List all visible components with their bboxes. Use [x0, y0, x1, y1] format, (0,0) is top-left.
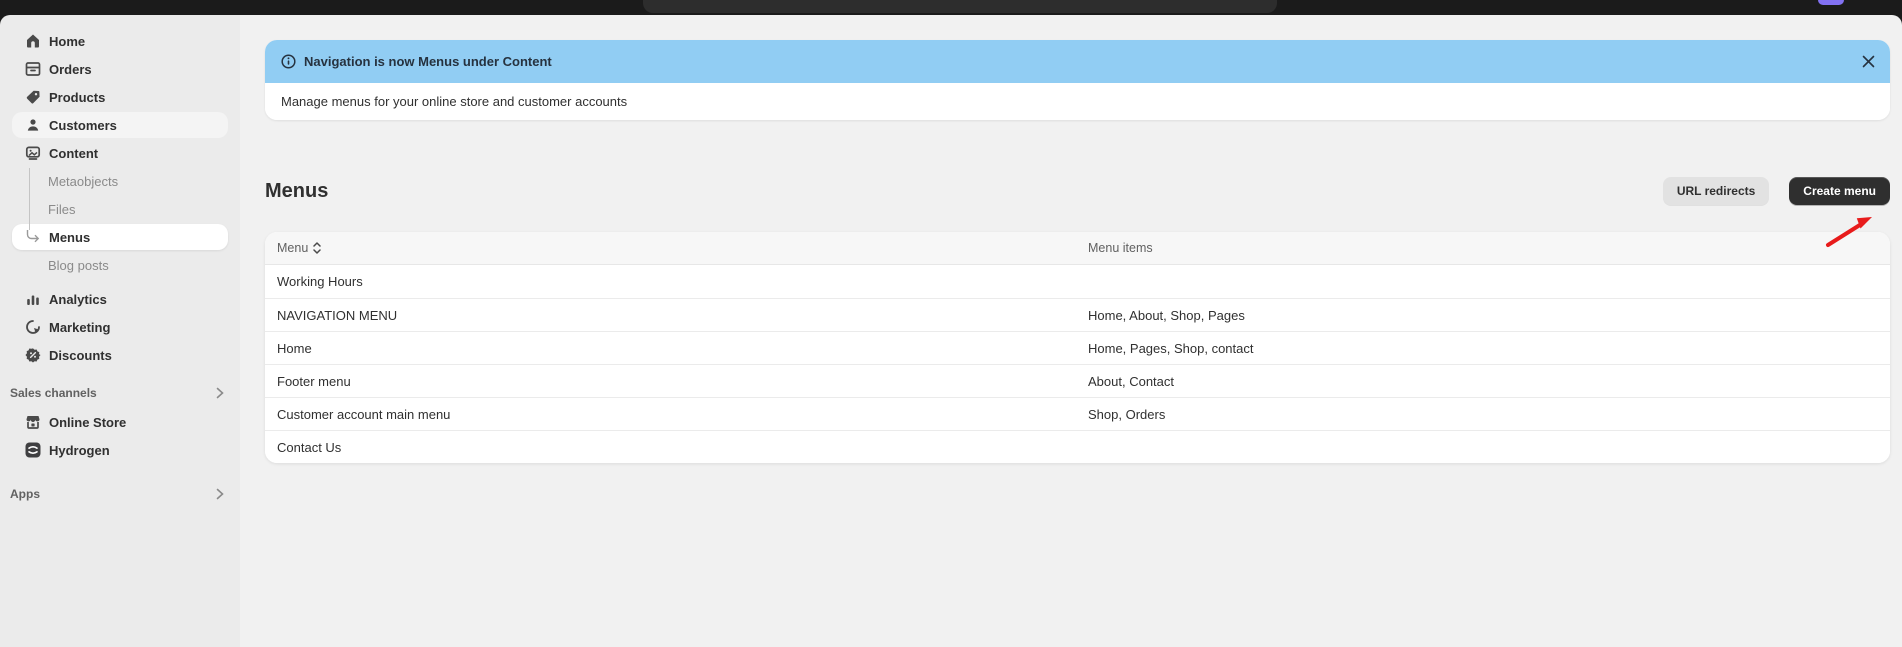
content-subtree: Metaobjects Files Menus Blog posts	[0, 168, 240, 278]
table-row[interactable]: Working Hours	[265, 265, 1890, 298]
url-redirects-button[interactable]: URL redirects	[1663, 177, 1769, 205]
sidebar-item-label: Content	[49, 146, 98, 161]
banner-body-text: Manage menus for your online store and c…	[281, 94, 627, 109]
close-icon[interactable]	[1854, 47, 1882, 75]
menu-items-column-header: Menu items	[1088, 239, 1890, 257]
sidebar-item-files[interactable]: Files	[12, 196, 228, 222]
products-icon	[24, 89, 41, 106]
table-row[interactable]: Customer account main menu Shop, Orders	[265, 397, 1890, 430]
info-banner: Navigation is now Menus under Content Ma…	[265, 40, 1890, 120]
sidebar-item-home[interactable]: Home	[12, 28, 228, 54]
page-title: Menus	[265, 180, 328, 203]
page-actions: URL redirects Create menu	[1663, 177, 1890, 205]
analytics-icon	[24, 291, 41, 308]
table-row[interactable]: Home Home, Pages, Shop, contact	[265, 331, 1890, 364]
create-menu-button[interactable]: Create menu	[1789, 177, 1890, 205]
app-frame: Home Orders Products Customers Content	[0, 15, 1902, 647]
menu-name-cell: NAVIGATION MENU	[265, 308, 1088, 323]
menu-name-cell: Contact Us	[265, 440, 1088, 455]
sidebar-item-content[interactable]: Content	[12, 140, 228, 166]
hydrogen-icon	[24, 442, 41, 459]
table-header-row: Menu Menu items	[265, 232, 1890, 265]
section-label: Apps	[10, 487, 40, 501]
sidebar: Home Orders Products Customers Content	[0, 15, 240, 647]
banner-title: Navigation is now Menus under Content	[304, 54, 552, 69]
menu-name-cell: Customer account main menu	[265, 407, 1088, 422]
menu-name-cell: Home	[265, 341, 1088, 356]
sidebar-item-label: Products	[49, 90, 105, 105]
column-label: Menu	[277, 241, 308, 255]
sidebar-item-marketing[interactable]: Marketing	[12, 314, 228, 340]
content-icon	[24, 145, 41, 162]
tree-elbow-arrow-icon	[24, 229, 41, 246]
chevron-right-icon	[216, 488, 224, 500]
home-icon	[24, 33, 41, 50]
sidebar-item-label: Online Store	[49, 415, 126, 430]
customers-icon	[24, 117, 41, 134]
column-label: Menu items	[1088, 241, 1153, 255]
sidebar-item-products[interactable]: Products	[12, 84, 228, 110]
sidebar-item-label: Menus	[49, 230, 90, 245]
sidebar-item-metaobjects[interactable]: Metaobjects	[12, 168, 228, 194]
main-content: Navigation is now Menus under Content Ma…	[240, 15, 1902, 647]
sidebar-item-label: Orders	[49, 62, 92, 77]
menu-items-cell: Home, Pages, Shop, contact	[1088, 341, 1890, 356]
table-row[interactable]: Footer menu About, Contact	[265, 364, 1890, 397]
table-body: Working Hours NAVIGATION MENU Home, Abou…	[265, 265, 1890, 463]
sidebar-item-label: Customers	[49, 118, 117, 133]
discounts-icon	[24, 347, 41, 364]
tree-line	[29, 168, 30, 230]
menu-column-header[interactable]: Menu	[265, 241, 1088, 255]
menu-items-cell: Home, About, Shop, Pages	[1088, 308, 1890, 323]
sidebar-item-hydrogen[interactable]: Hydrogen	[12, 437, 228, 463]
sidebar-item-label: Home	[49, 34, 85, 49]
table-row[interactable]: NAVIGATION MENU Home, About, Shop, Pages	[265, 298, 1890, 331]
menu-items-cell: Shop, Orders	[1088, 407, 1890, 422]
sort-icon	[313, 242, 321, 254]
online-store-icon	[24, 414, 41, 431]
sidebar-item-orders[interactable]: Orders	[12, 56, 228, 82]
menu-items-cell: About, Contact	[1088, 374, 1890, 389]
page-header: Menus URL redirects Create menu	[265, 176, 1890, 206]
info-banner-header: Navigation is now Menus under Content	[265, 40, 1890, 83]
info-icon	[281, 54, 296, 69]
sidebar-item-menus[interactable]: Menus	[12, 224, 228, 250]
sidebar-item-customers[interactable]: Customers	[12, 112, 228, 138]
menu-name-cell: Footer menu	[265, 374, 1088, 389]
orders-icon	[24, 61, 41, 78]
sidebar-item-label: Blog posts	[48, 258, 109, 273]
chevron-right-icon	[216, 387, 224, 399]
search-bar[interactable]	[643, 0, 1277, 13]
banner-body: Manage menus for your online store and c…	[265, 83, 1890, 120]
sidebar-item-label: Hydrogen	[49, 443, 110, 458]
topbar	[0, 0, 1902, 15]
menu-name-cell: Working Hours	[265, 274, 1088, 289]
sidebar-item-discounts[interactable]: Discounts	[12, 342, 228, 368]
apps-header[interactable]: Apps	[0, 485, 240, 503]
sidebar-item-blog-posts[interactable]: Blog posts	[12, 252, 228, 278]
avatar[interactable]	[1818, 0, 1844, 5]
sidebar-item-online-store[interactable]: Online Store	[12, 409, 228, 435]
marketing-icon	[24, 319, 41, 336]
sidebar-item-label: Analytics	[49, 292, 107, 307]
section-label: Sales channels	[10, 386, 97, 400]
sidebar-item-label: Discounts	[49, 348, 112, 363]
sidebar-item-label: Metaobjects	[48, 174, 118, 189]
sidebar-item-analytics[interactable]: Analytics	[12, 286, 228, 312]
sidebar-item-label: Files	[48, 202, 75, 217]
sales-channels-header[interactable]: Sales channels	[0, 384, 240, 402]
sidebar-item-label: Marketing	[49, 320, 110, 335]
menus-table: Menu Menu items Working Hours NAVIGATION…	[265, 232, 1890, 463]
table-row[interactable]: Contact Us	[265, 430, 1890, 463]
